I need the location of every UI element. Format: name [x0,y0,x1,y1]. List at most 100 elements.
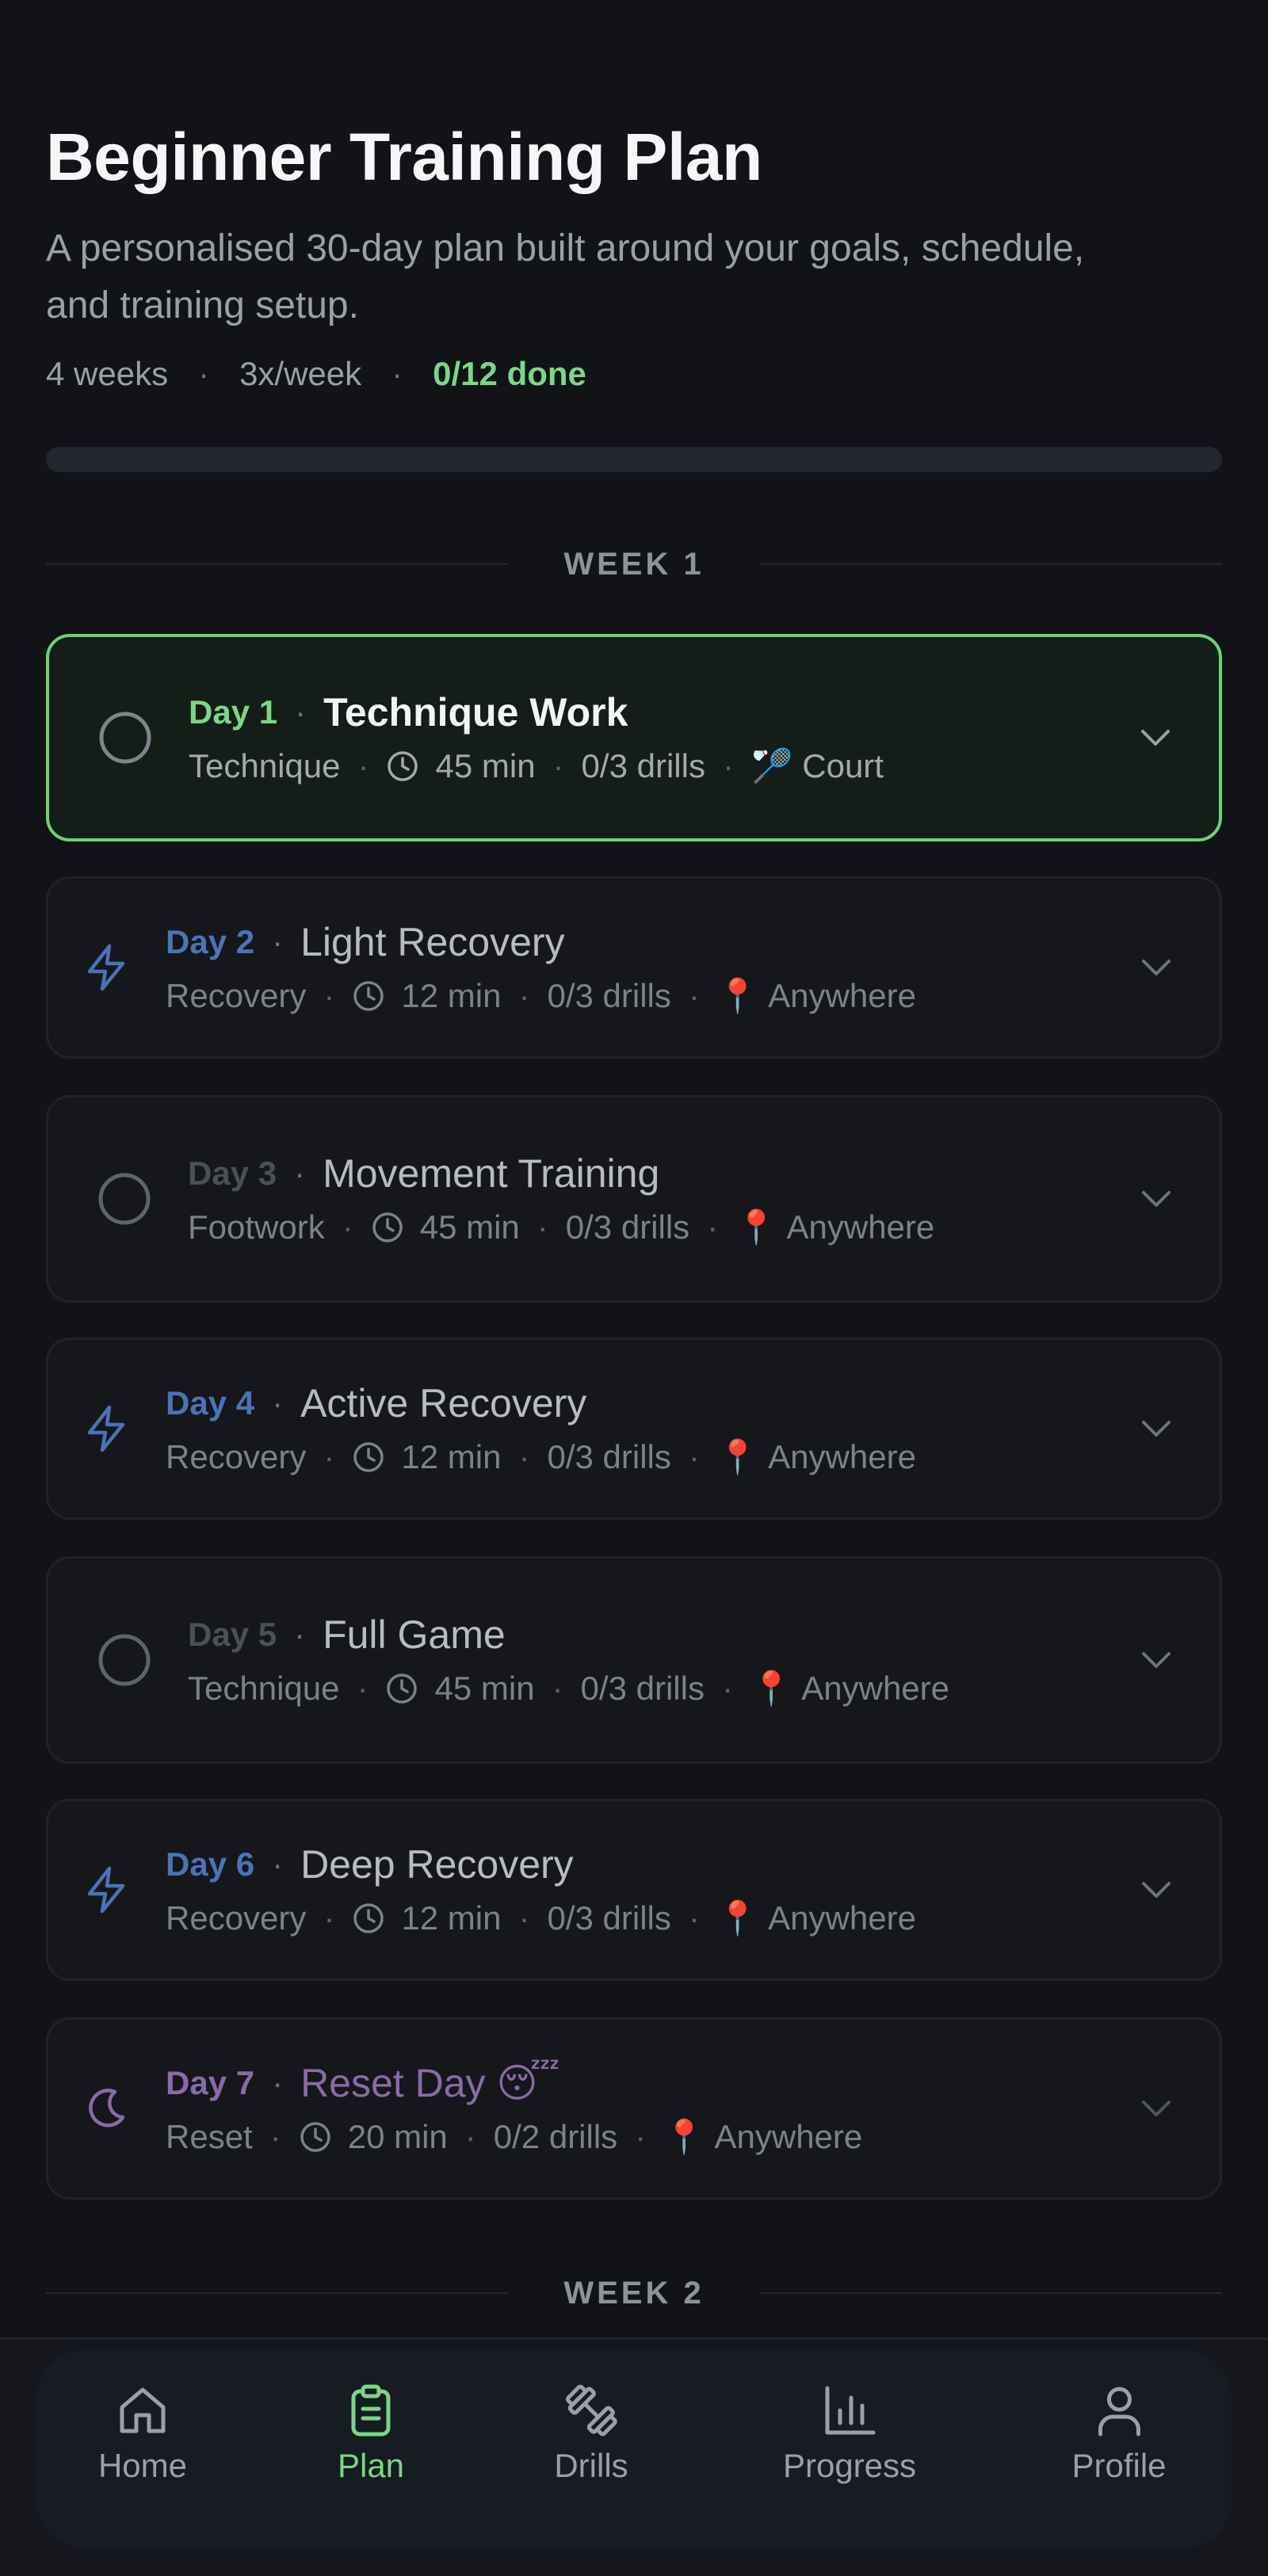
home-icon [120,2387,166,2433]
day-title: Technique Work [323,690,628,735]
chevron-down-icon[interactable] [1139,956,1174,979]
day-location: Anywhere [768,977,916,1014]
chevron-down-icon[interactable] [1138,727,1173,749]
day-title: Full Game [323,1612,506,1657]
separator-dot: · [635,2118,647,2155]
clock-icon [387,1673,418,1704]
chevron-down-icon[interactable] [1139,2097,1174,2120]
circle-icon[interactable] [97,709,154,766]
day-drills: 0/3 drills [581,747,705,784]
separator-dot: · [272,923,284,960]
nav-item-drills[interactable]: Drills [554,2382,628,2485]
day-drills: 0/2 drills [493,2118,618,2155]
meta-separator: · [391,355,403,392]
day-label: Day 4 [166,1384,255,1422]
day-card-4[interactable]: Day 4 · Active Recovery Recovery · 12 mi… [46,1338,1222,1520]
chevron-down-icon[interactable] [1139,1879,1174,1901]
day-label: Day 6 [166,1845,255,1883]
separator-dot: · [688,1899,700,1937]
separator-dot: · [272,2064,284,2101]
day-location: Anywhere [801,1670,950,1707]
day-type: Recovery [166,977,307,1014]
day-type: Technique [189,747,341,784]
pin-icon: 📍 [750,1669,792,1708]
page-title: Beginner Training Plan [46,120,762,194]
separator-dot: · [269,2118,281,2155]
separator-dot: · [357,1670,369,1707]
day-card-6[interactable]: Day 6 · Deep Recovery Recovery · 12 min … [46,1799,1222,1981]
separator-dot: · [707,1208,719,1246]
separator-dot: · [518,1438,530,1475]
day-label: Day 5 [188,1616,277,1653]
separator-dot: · [272,1845,284,1883]
separator-dot: · [357,747,369,784]
clipboard-icon [351,2384,391,2437]
day-drills: 0/3 drills [547,1899,671,1937]
separator-dot: · [518,977,530,1014]
clock-icon [353,981,384,1011]
nav-label: Home [97,2447,188,2484]
day-card-text: Day 7 · Reset Day 😴 Reset · 20 min · 0/2… [166,2060,862,2157]
chevron-down-icon[interactable] [1139,1418,1174,1440]
day-card-3[interactable]: Day 3 · Movement Training Footwork · 45 … [46,1095,1222,1303]
page-subtitle: A personalised 30-day plan built around … [46,227,1085,326]
separator-dot: · [722,747,734,784]
separator-dot: · [294,1616,306,1653]
separator-dot: · [552,1670,563,1707]
day-card-2[interactable]: Day 2 · Light Recovery Recovery · 12 min… [46,876,1222,1059]
day-duration: 20 min [347,2118,448,2155]
day-type: Footwork [188,1208,325,1246]
separator-dot: · [323,977,335,1014]
divider-line [46,563,509,565]
day-card-text: Day 4 · Active Recovery Recovery · 12 mi… [166,1380,916,1477]
week-divider: WEEK 1 [46,540,1223,588]
week-label: WEEK 2 [563,2275,705,2311]
lightning-icon [87,944,125,991]
day-title: Active Recovery [300,1381,587,1425]
circle-icon[interactable] [96,1631,153,1689]
separator-dot: · [342,1208,353,1246]
separator-dot: · [294,1154,306,1192]
separator-dot: · [295,693,307,731]
plan-progress-bar [46,447,1222,472]
day-card-text: Day 1 · Technique Work Technique · 45 mi… [189,689,884,786]
day-location: Court [802,747,884,784]
day-title: Light Recovery [300,920,565,964]
training-plan-screen: Beginner Training Plan A personalised 30… [0,0,1268,2576]
meta-separator: · [198,355,210,392]
day-duration: 45 min [419,1208,520,1246]
moon-icon [89,2089,125,2128]
week-label: WEEK 1 [563,546,705,582]
separator-dot: · [688,1438,700,1475]
dumbbell-icon [565,2384,617,2437]
pin-icon: 📍 [716,1899,759,1937]
day-drills: 0/3 drills [547,1438,671,1475]
day-drills: 0/3 drills [565,1208,690,1246]
nav-item-progress[interactable]: Progress [783,2382,916,2485]
day-card-text: Day 2 · Light Recovery Recovery · 12 min… [166,919,916,1016]
pin-icon: 📍 [716,976,759,1015]
circle-icon[interactable] [96,1170,153,1227]
day-card-1[interactable]: Day 1 · Technique Work Technique · 45 mi… [46,634,1222,841]
badminton-icon: 🏸 [750,746,793,785]
chevron-down-icon[interactable] [1139,1649,1174,1671]
nav-item-home[interactable]: Home [98,2382,187,2485]
clock-icon [388,751,418,781]
day-card-7[interactable]: Day 7 · Reset Day 😴 Reset · 20 min · 0/2… [46,2017,1222,2200]
chevron-down-icon[interactable] [1139,1188,1174,1210]
clock-icon [353,1442,384,1472]
day-drills: 0/3 drills [547,977,671,1014]
day-duration: 45 min [435,747,536,784]
day-duration: 45 min [434,1670,535,1707]
pin-icon: 📍 [735,1208,777,1246]
nav-item-plan[interactable]: Plan [338,2382,404,2485]
day-card-5[interactable]: Day 5 · Full Game Technique · 45 min · 0… [46,1556,1222,1764]
separator-dot: · [272,1384,284,1422]
bottom-nav: Home Plan Drills Progress Profile [0,2337,1268,2576]
day-location: Anywhere [714,2118,863,2155]
nav-item-profile[interactable]: Profile [1071,2382,1167,2485]
day-label: Day 1 [189,693,278,731]
day-label: Day 7 [166,2064,255,2101]
day-title: Movement Training [323,1151,660,1196]
day-type: Recovery [166,1438,307,1475]
